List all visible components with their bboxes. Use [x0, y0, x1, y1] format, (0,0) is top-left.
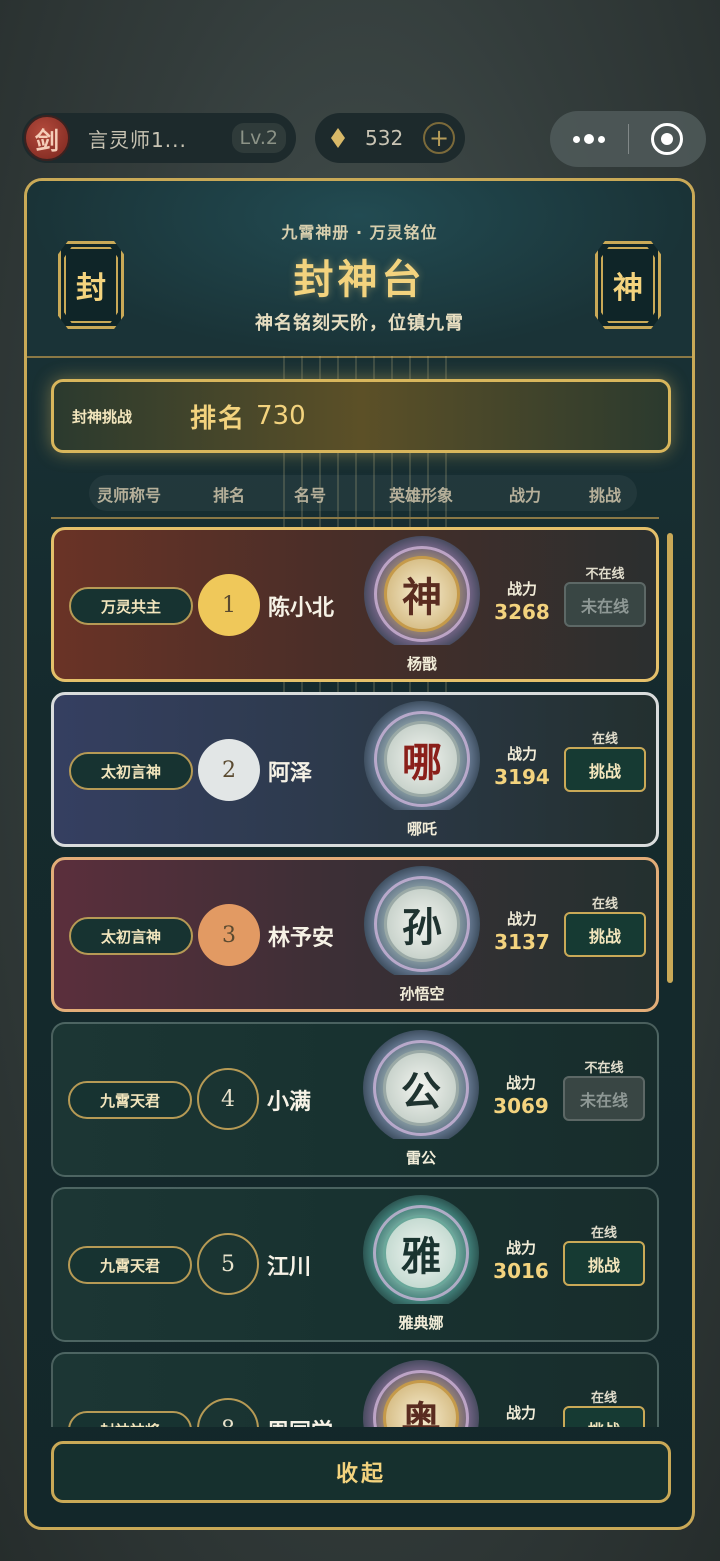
power-value: 3069 [493, 1094, 549, 1118]
power-label: 战力 [506, 910, 537, 928]
online-status: 在线 [590, 1391, 617, 1406]
rank-badge: 3 [198, 904, 260, 966]
ranking-row[interactable]: 九霄天君 4 小满 公 雷公 战力 3069 不在线 未在线 [51, 1022, 659, 1177]
miniprogram-capsule [550, 111, 706, 167]
ranking-panel: 封 神 九霄神册 · 万灵铭位 封神台 神名铭刻天阶，位镇九霄 封神挑战 排名 … [24, 178, 695, 1530]
col-name: 名号 [294, 486, 327, 505]
challenge-button[interactable]: 挑战 [564, 747, 646, 792]
col-rank: 排名 [213, 486, 246, 505]
challenge-button[interactable]: 挑战 [563, 1241, 645, 1286]
power-label: 战力 [506, 580, 537, 598]
power-label: 战力 [505, 1239, 536, 1257]
header-slogan: 神名铭刻天阶，位镇九霄 [255, 313, 464, 334]
panel-header: 封 神 九霄神册 · 万灵铭位 封神台 神名铭刻天阶，位镇九霄 [27, 181, 692, 358]
player-level-badge: Lv.2 [231, 123, 286, 153]
hero-name: 雷公 [405, 1149, 436, 1167]
challenge-button-disabled: 未在线 [563, 1076, 645, 1121]
dot-icon [597, 135, 605, 143]
rank-badge: 4 [197, 1068, 259, 1130]
dot-icon [572, 135, 580, 143]
ranking-row[interactable]: 万灵共主 1 陈小北 神 杨戬 战力 3268 不在线 未在线 [51, 527, 659, 682]
player-profile-pill[interactable]: 剑 言灵师1... Lv.2 [22, 113, 296, 163]
col-hero: 英雄形象 [389, 486, 454, 505]
online-status: 不在线 [585, 567, 625, 582]
gem-icon [331, 128, 345, 148]
hero-name: 孙悟空 [399, 985, 445, 1003]
gem-currency-pill: 532 + [315, 113, 465, 163]
hero-emblem: 哪 [384, 721, 460, 797]
online-status: 在线 [591, 732, 618, 747]
power-label: 战力 [505, 1404, 536, 1422]
hero-portrait[interactable]: 哪 [360, 695, 484, 810]
page-title: 封神台 [293, 256, 426, 303]
title-badge: 万灵共主 [69, 587, 193, 625]
power-value: 3137 [494, 930, 550, 954]
challenge-button[interactable]: 挑战 [564, 912, 646, 957]
my-challenge-bar[interactable]: 封神挑战 排名 730 [51, 379, 671, 453]
power-value: 3268 [494, 600, 550, 624]
col-challenge: 挑战 [589, 486, 622, 505]
online-status: 在线 [590, 1226, 617, 1241]
rank-badge: 5 [197, 1233, 259, 1295]
collapse-button[interactable]: 收起 [51, 1441, 671, 1503]
hero-portrait[interactable]: 雅 [359, 1189, 483, 1304]
hero-emblem: 神 [384, 556, 460, 632]
more-menu-button[interactable] [550, 134, 628, 144]
add-gem-button[interactable]: + [423, 122, 455, 154]
power-value: 3016 [493, 1259, 549, 1283]
column-header: 灵师称号 排名 名号 英雄形象 战力 挑战 [89, 475, 637, 511]
title-badge: 九霄天君 [68, 1246, 192, 1284]
col-title: 灵师称号 [97, 486, 162, 505]
col-power: 战力 [509, 486, 542, 505]
dot-icon [583, 134, 594, 144]
column-divider [51, 517, 659, 519]
title-badge: 九霄天君 [68, 1081, 192, 1119]
hero-name: 雅典娜 [398, 1314, 444, 1332]
header-subtitle: 九霄神册 · 万灵铭位 [281, 223, 438, 242]
ranking-row[interactable]: 封神神将 8 周同学 奥 战力 在线 挑战 [51, 1352, 659, 1427]
ranking-row[interactable]: 九霄天君 5 江川 雅 雅典娜 战力 3016 在线 挑战 [51, 1187, 659, 1342]
rank-badge: 8 [197, 1398, 259, 1427]
gem-count: 532 [365, 126, 404, 150]
challenge-label: 封神挑战 [72, 407, 133, 426]
close-miniprogram-button[interactable] [629, 123, 707, 155]
hero-emblem: 孙 [384, 886, 460, 962]
player-name: 陈小北 [268, 596, 335, 621]
player-name: 周同学 [267, 1414, 333, 1427]
player-name: 江川 [267, 1255, 312, 1280]
ranking-row[interactable]: 太初言神 2 阿泽 哪 哪吒 战力 3194 在线 挑战 [51, 692, 659, 847]
rank-badge: 1 [198, 574, 260, 636]
player-name: 阿泽 [268, 761, 313, 786]
hero-emblem: 雅 [383, 1215, 459, 1291]
list-scrollbar[interactable] [667, 533, 673, 983]
online-status: 不在线 [584, 1061, 624, 1076]
target-icon [651, 123, 684, 155]
title-badge: 太初言神 [69, 917, 193, 955]
hero-portrait[interactable]: 孙 [360, 860, 484, 975]
hero-name: 哪吒 [406, 820, 437, 838]
my-rank-value: 730 [256, 401, 306, 431]
title-badge: 封神神将 [68, 1411, 192, 1427]
power-value: 3194 [494, 765, 550, 789]
online-status: 在线 [591, 897, 618, 912]
title-badge: 太初言神 [69, 752, 193, 790]
player-name: 言灵师1... [88, 127, 187, 152]
power-label: 战力 [505, 1074, 536, 1092]
hero-emblem: 公 [383, 1050, 459, 1126]
hero-portrait[interactable]: 神 [360, 530, 484, 645]
power-label: 战力 [506, 745, 537, 763]
ranking-row[interactable]: 太初言神 3 林予安 孙 孙悟空 战力 3137 在线 挑战 [51, 857, 659, 1012]
player-name: 林予安 [268, 926, 335, 951]
player-avatar[interactable]: 剑 [24, 115, 70, 161]
challenge-button[interactable]: 挑战 [563, 1406, 645, 1427]
ranking-list[interactable]: 万灵共主 1 陈小北 神 杨戬 战力 3268 不在线 未在线 太初言神 2 阿… [51, 527, 667, 1427]
my-rank-label: 排名 [190, 403, 247, 434]
challenge-button-disabled: 未在线 [564, 582, 646, 627]
hero-name: 杨戬 [406, 655, 437, 673]
rank-badge: 2 [198, 739, 260, 801]
player-name: 小满 [267, 1090, 312, 1115]
hero-portrait[interactable]: 公 [359, 1024, 483, 1139]
hero-portrait[interactable]: 奥 [359, 1354, 483, 1427]
